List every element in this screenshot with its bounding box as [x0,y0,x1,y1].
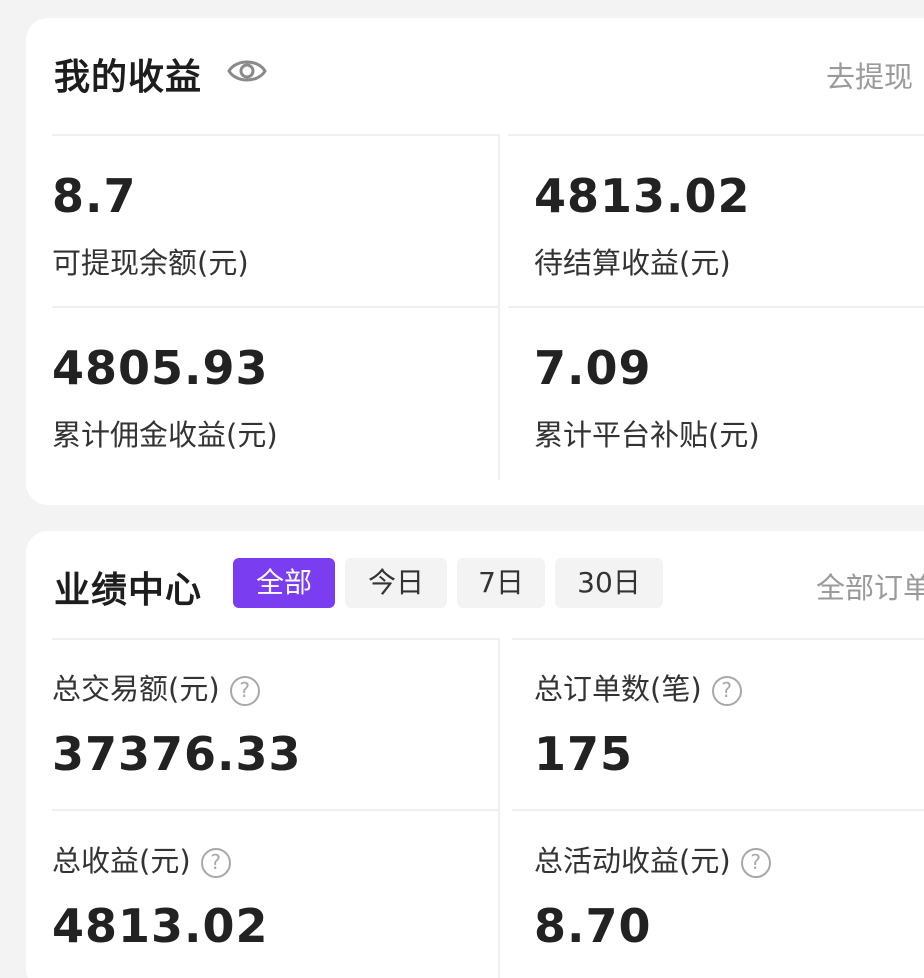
divider [512,638,924,640]
divider [52,809,498,811]
stat-label-row: 总订单数(笔)? [534,666,742,708]
tab-all[interactable]: 全部 [233,558,335,608]
divider [512,809,924,811]
stat-label-row: 总活动收益(元)? [534,838,771,880]
divider [52,638,498,640]
withdraw-link[interactable]: 去提现 [826,54,924,96]
stat-label: 总活动收益(元) [534,844,731,878]
stat-label-row: 总收益(元)? [52,838,231,880]
tab-7-days[interactable]: 7日 [457,558,545,608]
tab-30-days[interactable]: 30日 [555,558,663,608]
question-circle-icon[interactable]: ? [200,848,231,878]
stat-label: 待结算收益(元) [534,246,731,280]
stat-value: 4805.93 [52,341,269,395]
stat-value: 7.09 [534,341,652,395]
stat-value: 4813.02 [534,169,751,223]
question-circle-icon[interactable]: ? [740,848,771,878]
divider [52,134,498,136]
tab-today[interactable]: 今日 [345,558,447,608]
stat-value: 8.7 [52,169,137,223]
stat-value: 8.70 [534,899,652,953]
stat-value: 175 [534,727,634,781]
divider [498,134,500,480]
stat-label: 总订单数(笔) [534,672,702,706]
stat-value: 4813.02 [52,899,269,953]
stat-value: 37376.33 [52,727,302,781]
stat-label: 总收益(元) [52,844,191,878]
performance-title: 业绩中心 [54,570,203,611]
stat-label: 总交易额(元) [52,672,220,706]
divider [52,306,498,308]
earnings-card: 我的收益 去提现 8.7 可提现余额(元) 4813.02 待结算收益(元) 4… [26,18,924,505]
divider [508,306,924,308]
stat-label: 可提现余额(元) [52,246,249,280]
performance-card: 业绩中心 全部 今日 7日 30日 全部订单 总交易额(元)? 37376.33… [26,531,924,978]
earnings-title: 我的收益 [54,57,203,98]
divider [508,134,924,136]
eye-icon[interactable] [226,52,268,90]
stat-label: 累计平台补贴(元) [534,418,760,452]
stat-label: 累计佣金收益(元) [52,418,278,452]
stat-label-row: 总交易额(元)? [52,666,260,708]
question-circle-icon[interactable]: ? [229,676,260,706]
question-circle-icon[interactable]: ? [711,676,742,706]
all-orders-link[interactable]: 全部订单 [816,565,924,607]
divider [498,638,500,978]
